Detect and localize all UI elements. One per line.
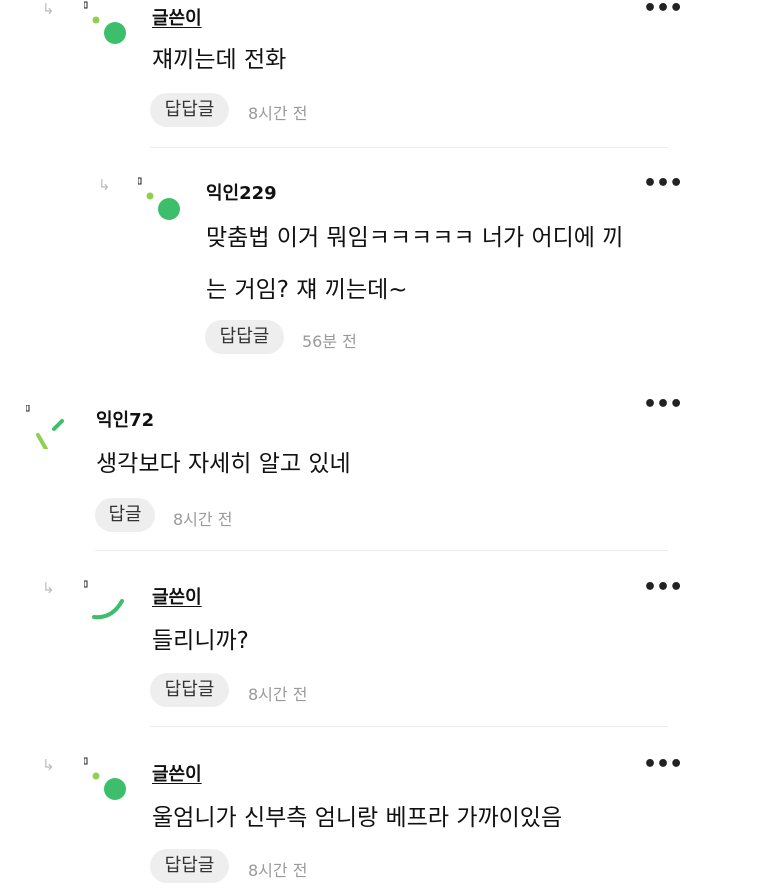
divider	[150, 147, 668, 148]
reply-arrow-icon: ↳	[42, 0, 55, 18]
comment-author[interactable]: 익인229	[206, 179, 277, 205]
avatar-dot-icon	[84, 757, 126, 800]
comment-text-line2: 는 거임? 쟤 끼는데~	[206, 277, 408, 303]
comment-author[interactable]: 글쓴이	[152, 760, 202, 786]
more-dots-icon[interactable]: •••	[643, 577, 683, 599]
more-dots-icon[interactable]: •••	[643, 754, 683, 776]
divider	[95, 550, 668, 551]
avatar-dot-icon	[84, 1, 126, 44]
reply-arrow-icon: ↳	[98, 176, 111, 194]
comment-item: ↳ 익인229 ••• 맞춤법 이거 뭐임ㅋㅋㅋㅋㅋ 너가 어디에 끼 는 거임…	[0, 150, 780, 370]
comment-text-line1: 맞춤법 이거 뭐임ㅋㅋㅋㅋㅋ 너가 어디에 끼	[206, 225, 624, 251]
more-dots-icon[interactable]: •••	[643, 0, 683, 20]
comment-text: 생각보다 자세히 알고 있네	[96, 451, 351, 477]
comment-time: 8시간 전	[173, 510, 233, 529]
comment-item: ↳ 글쓴이 ••• 울엄니가 신부측 엄니랑 베프라 가까이있음 답답글 8시간…	[0, 742, 780, 891]
comment-item: 익인72 ••• 생각보다 자세히 알고 있네 답글 8시간 전	[0, 390, 780, 552]
comment-time: 8시간 전	[248, 685, 308, 704]
reply-button[interactable]: 답답글	[205, 320, 284, 354]
comment-author[interactable]: 글쓴이	[152, 4, 202, 30]
comment-time: 56분 전	[302, 332, 357, 351]
comment-text: 울엄니가 신부측 엄니랑 베프라 가까이있음	[152, 805, 563, 831]
reply-button[interactable]: 답답글	[150, 673, 229, 707]
reply-button[interactable]: 답답글	[150, 93, 229, 127]
avatar-arc-icon	[84, 580, 124, 620]
reply-button[interactable]: 답글	[95, 498, 155, 532]
avatar-slash-icon	[26, 405, 64, 449]
reply-arrow-icon: ↳	[42, 756, 55, 774]
divider	[150, 726, 668, 727]
comment-item: ↳ 글쓴이 ••• 들리니까? 답답글 8시간 전	[0, 565, 780, 727]
reply-arrow-icon: ↳	[42, 579, 55, 597]
reply-button[interactable]: 답답글	[150, 849, 229, 883]
comment-time: 8시간 전	[248, 104, 308, 123]
comment-item: ↳ 글쓴이 ••• 쟤끼는데 전화 답답글 8시간 전	[0, 0, 780, 150]
more-dots-icon[interactable]: •••	[643, 394, 683, 416]
comment-text: 쟤끼는데 전화	[152, 47, 287, 73]
comment-text: 들리니까?	[152, 628, 249, 654]
comment-author[interactable]: 익인72	[96, 406, 154, 432]
comment-author[interactable]: 글쓴이	[152, 583, 202, 609]
comment-time: 8시간 전	[248, 861, 308, 880]
more-dots-icon[interactable]: •••	[643, 173, 683, 195]
avatar-dot-icon	[138, 177, 180, 220]
